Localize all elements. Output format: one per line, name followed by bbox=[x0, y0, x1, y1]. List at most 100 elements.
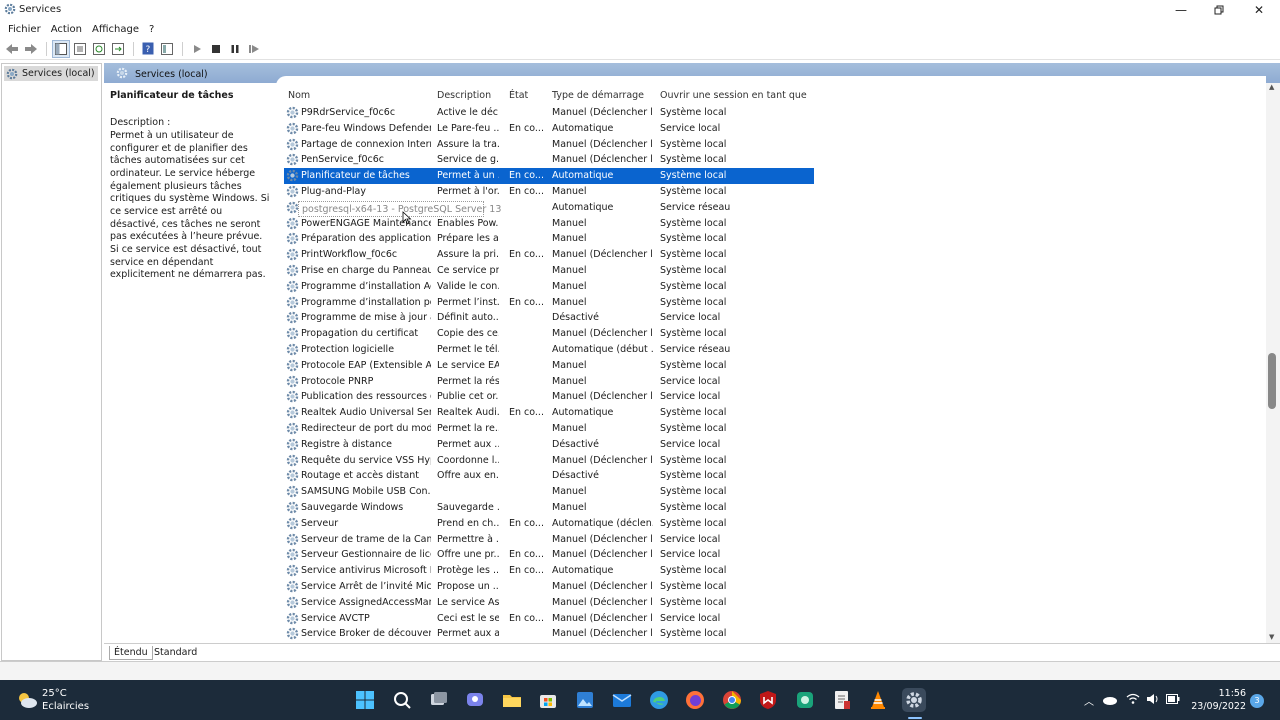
service-row[interactable]: Serveur de trame de la Camé... Permettre … bbox=[284, 532, 814, 548]
close-button[interactable]: ✕ bbox=[1240, 0, 1278, 20]
export-icon bbox=[112, 42, 124, 55]
service-row[interactable]: Programme d’installation po... Permet l’i… bbox=[284, 295, 814, 311]
column-header-etat[interactable]: État bbox=[509, 90, 528, 101]
wifi-icon[interactable] bbox=[1126, 693, 1140, 705]
scroll-down-icon[interactable]: ▼ bbox=[1269, 633, 1274, 641]
minimize-button[interactable]: — bbox=[1162, 0, 1200, 20]
column-header-ouvrir-session[interactable]: Ouvrir une session en tant que bbox=[660, 90, 807, 101]
service-row[interactable]: Propagation du certificat Copie des ce...… bbox=[284, 326, 814, 342]
scroll-thumb[interactable] bbox=[1268, 353, 1276, 409]
maximize-button[interactable] bbox=[1200, 0, 1238, 20]
service-row[interactable]: Requête du service VSS Hyp... Coordonne l… bbox=[284, 453, 814, 469]
service-row[interactable]: Protection logicielle Permet le tél... Aut… bbox=[284, 342, 814, 358]
vertical-scrollbar[interactable]: ▲ ▼ bbox=[1266, 83, 1280, 643]
back-button[interactable] bbox=[3, 40, 21, 58]
sourcetree-button[interactable] bbox=[793, 688, 817, 712]
service-row[interactable]: Protocole EAP (Extensible Au... Le servic… bbox=[284, 358, 814, 374]
service-logon-as: Système local bbox=[660, 565, 727, 577]
photos-button[interactable] bbox=[573, 688, 597, 712]
service-row[interactable]: Partage de connexion Intern... Assure la … bbox=[284, 137, 814, 153]
tree-node-services-local[interactable]: Services (local) bbox=[4, 66, 98, 81]
menu-affichage[interactable]: Affichage bbox=[87, 24, 144, 35]
battery-icon[interactable] bbox=[1166, 694, 1180, 704]
help-button[interactable]: ? bbox=[139, 40, 157, 58]
vlc-button[interactable] bbox=[866, 688, 890, 712]
services-window: Services — ✕ Fichier Action Affichage ? … bbox=[0, 0, 1280, 680]
edge-button[interactable] bbox=[647, 688, 671, 712]
service-row[interactable]: Service antivirus Microsoft D... Protège … bbox=[284, 563, 814, 579]
service-row[interactable]: Serveur Prend en ch... En co... Automatique… bbox=[284, 516, 814, 532]
service-startup-type: Désactivé bbox=[552, 470, 599, 482]
menu-fichier[interactable]: Fichier bbox=[3, 24, 46, 35]
clock[interactable]: 11:56 23/09/2022 bbox=[1190, 687, 1246, 713]
service-row[interactable]: PrintWorkflow_f0c6c Assure la pri... En co… bbox=[284, 247, 814, 263]
service-row[interactable]: Planificateur de tâches Permet à un ... En… bbox=[284, 168, 814, 185]
stop-service-button[interactable] bbox=[207, 40, 225, 58]
service-row[interactable]: Service Arrêt de l’invité Micr... Propose… bbox=[284, 579, 814, 595]
service-row[interactable]: Routage et accès distant Offre aux en... D… bbox=[284, 468, 814, 484]
firefox-button[interactable] bbox=[683, 688, 707, 712]
service-row[interactable]: Prise en charge du Panneau ... Ce service… bbox=[284, 263, 814, 279]
description-label: Description : bbox=[110, 117, 171, 128]
service-row[interactable]: Service Broker de découvert... Permet aux… bbox=[284, 626, 814, 642]
start-service-button[interactable] bbox=[188, 40, 206, 58]
service-row[interactable]: Programme d’installation Ac... Valide le … bbox=[284, 279, 814, 295]
column-header-nom[interactable]: Nom bbox=[288, 90, 310, 101]
tab-etendu[interactable]: Étendu bbox=[109, 646, 153, 660]
weather-widget[interactable]: 25°C Eclaircies bbox=[16, 687, 126, 713]
mail-button[interactable] bbox=[610, 688, 634, 712]
menu-help[interactable]: ? bbox=[144, 24, 159, 35]
service-row[interactable]: Publication des ressources d... Publie ce… bbox=[284, 389, 814, 405]
task-view-button[interactable] bbox=[427, 688, 451, 712]
tab-standard[interactable]: Standard bbox=[150, 646, 201, 660]
service-gear-icon bbox=[286, 280, 299, 293]
show-hidden-icons-icon[interactable]: ︿ bbox=[1084, 693, 1094, 708]
edge-icon bbox=[650, 691, 668, 709]
scroll-up-icon[interactable]: ▲ bbox=[1269, 83, 1274, 91]
notification-badge[interactable]: 3 bbox=[1250, 694, 1264, 708]
service-row[interactable]: Service AssignedAccessMan... Le service A… bbox=[284, 595, 814, 611]
service-startup-type: Manuel bbox=[552, 359, 587, 371]
microsoft-store-button[interactable] bbox=[536, 688, 560, 712]
show-console-tree-button[interactable] bbox=[52, 39, 70, 58]
start-button[interactable] bbox=[353, 688, 377, 712]
service-row[interactable]: Plug-and-Play Permet à l'or... En co... Man… bbox=[284, 184, 814, 200]
cloud-icon[interactable] bbox=[1102, 694, 1118, 706]
service-row[interactable]: Registre à distance Permet aux ... Désacti… bbox=[284, 437, 814, 453]
title-bar[interactable]: Services — ✕ bbox=[0, 0, 1280, 20]
service-row[interactable]: Protocole PNRP Permet la rés... Manuel Serv… bbox=[284, 374, 814, 390]
menu-action[interactable]: Action bbox=[46, 24, 87, 35]
pause-service-button[interactable] bbox=[226, 40, 244, 58]
service-row[interactable]: Programme de mise à jour a... Définit aut… bbox=[284, 310, 814, 326]
search-button[interactable] bbox=[390, 688, 414, 712]
service-row[interactable]: Sauvegarde Windows Sauvegarde ... Manuel Sy… bbox=[284, 500, 814, 516]
restart-service-button[interactable] bbox=[245, 40, 263, 58]
service-logon-as: Système local bbox=[660, 423, 727, 434]
service-gear-icon bbox=[286, 106, 299, 119]
service-row[interactable]: PenService_f0c6c Service de g... Manuel (D… bbox=[284, 152, 814, 168]
console-view-button[interactable] bbox=[158, 40, 176, 58]
mcafee-button[interactable] bbox=[756, 688, 780, 712]
service-row[interactable]: PowerENGAGE Maintenance... Enables Pow...… bbox=[284, 216, 814, 232]
teams-chat-button[interactable] bbox=[463, 688, 487, 712]
service-row[interactable]: P9RdrService_f0c6c Active le déc... Manuel… bbox=[284, 105, 814, 121]
services-taskbar-button[interactable] bbox=[902, 688, 926, 712]
column-header-description[interactable]: Description bbox=[437, 90, 491, 101]
service-row[interactable]: Realtek Audio Universal Serv... Realtek A… bbox=[284, 405, 814, 421]
service-row[interactable]: Pare-feu Windows Defender Le Pare-feu ...… bbox=[284, 121, 814, 137]
service-row[interactable]: SAMSUNG Mobile USB Con... Manuel Système l… bbox=[284, 484, 814, 500]
column-header-type-demarrage[interactable]: Type de démarrage bbox=[552, 90, 644, 101]
volume-icon[interactable] bbox=[1146, 693, 1160, 705]
export-list-button[interactable] bbox=[109, 40, 127, 58]
chrome-button[interactable] bbox=[720, 688, 744, 712]
forward-button[interactable] bbox=[22, 40, 40, 58]
service-row[interactable]: Préparation des applications Prépare les … bbox=[284, 231, 814, 247]
service-row[interactable]: Serveur Gestionnaire de lice... Offre une… bbox=[284, 547, 814, 563]
service-logon-as: Système local bbox=[660, 502, 727, 513]
service-row[interactable]: Redirecteur de port du mod... Permet la r… bbox=[284, 421, 814, 437]
notepad-button[interactable] bbox=[830, 688, 854, 712]
service-row[interactable]: Service AVCTP Ceci est le se... En co... Ma… bbox=[284, 611, 814, 627]
properties-list-button[interactable] bbox=[71, 40, 89, 58]
file-explorer-button[interactable] bbox=[500, 688, 524, 712]
refresh-button[interactable] bbox=[90, 40, 108, 58]
